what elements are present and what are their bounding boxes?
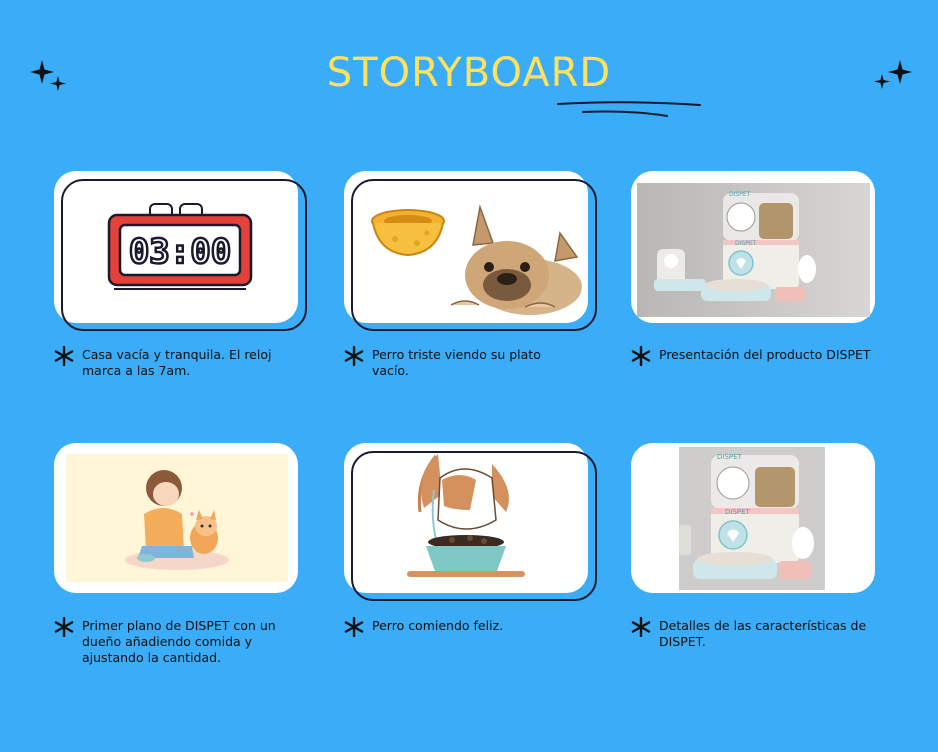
title-underline <box>557 101 701 117</box>
frame-caption-3: Presentación del producto DISPET <box>631 346 871 366</box>
caption-text: Primer plano de DISPET con un dueño añad… <box>82 618 276 665</box>
frame-caption-2: Perro triste viendo su plato vacío. <box>344 346 572 379</box>
asterisk-icon <box>344 617 364 637</box>
caption-text: Presentación del producto DISPET <box>659 347 871 362</box>
page-title: STORYBOARD <box>326 50 612 96</box>
asterisk-icon <box>54 346 74 366</box>
caption-text: Perro comiendo feliz. <box>372 618 504 633</box>
dog-eating-illustration <box>407 454 525 577</box>
frame-caption-1: Casa vacía y tranquila. El reloj marca a… <box>54 346 282 379</box>
asterisk-icon <box>54 617 74 637</box>
brand-label: DISPET <box>735 240 757 247</box>
caption-text: Perro triste viendo su plato vacío. <box>372 347 541 378</box>
brand-label: DISPET <box>725 508 751 516</box>
brand-label-top: DISPET <box>717 453 743 461</box>
frame-caption-5: Perro comiendo feliz. <box>344 617 504 637</box>
asterisk-icon <box>631 617 651 637</box>
dispet-product-photo: DISPET DISPET <box>637 183 870 317</box>
sparkle-icon-right <box>874 60 912 89</box>
sparkle-icon-left <box>30 60 66 91</box>
clock-time: 03:00 <box>129 232 231 272</box>
owner-feeding-illustration <box>66 454 288 582</box>
alarm-clock-illustration: 03:00 <box>107 203 253 290</box>
caption-text: Detalles de las características de DISPE… <box>659 618 867 649</box>
caption-text: Casa vacía y tranquila. El reloj marca a… <box>82 347 272 378</box>
asterisk-icon <box>631 346 651 366</box>
asterisk-icon <box>344 346 364 366</box>
frame-caption-4: Primer plano de DISPET con un dueño añad… <box>54 617 282 666</box>
sad-dog-illustration <box>371 204 582 315</box>
dispet-detail-photo: DISPET DISPET <box>679 447 825 590</box>
brand-label-top: DISPET <box>729 191 751 198</box>
frame-caption-6: Detalles de las características de DISPE… <box>631 617 879 650</box>
